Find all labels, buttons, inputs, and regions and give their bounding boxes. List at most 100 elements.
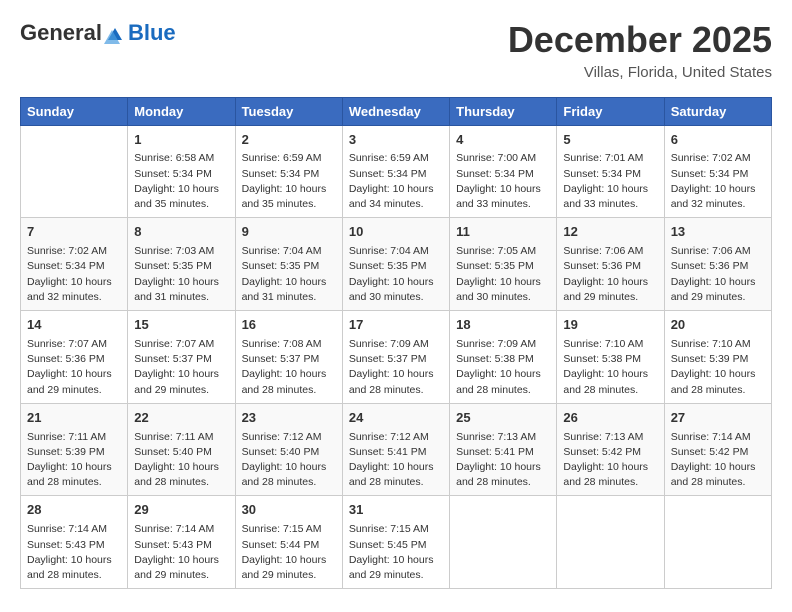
day-number: 19 bbox=[563, 316, 657, 335]
calendar-day-cell: 5Sunrise: 7:01 AMSunset: 5:34 PMDaylight… bbox=[557, 125, 664, 218]
day-number: 6 bbox=[671, 131, 765, 150]
day-number: 12 bbox=[563, 223, 657, 242]
calendar-day-cell: 18 Sunrise: 7:09 AMSunset: 5:38 PMDayligh… bbox=[450, 311, 557, 404]
day-number: 7 bbox=[27, 223, 121, 242]
day-number: 18 bbox=[456, 316, 550, 335]
day-info: Sunrise: 6:59 AMSunset: 5:34 PMDaylight:… bbox=[349, 151, 443, 212]
day-number: 10 bbox=[349, 223, 443, 242]
day-info: Sunrise: 7:08 AMSunset: 5:37 PMDaylight:… bbox=[242, 337, 336, 398]
logo-general: General bbox=[20, 20, 102, 46]
day-number: 28 bbox=[27, 501, 121, 520]
day-number: 3 bbox=[349, 131, 443, 150]
calendar-week-row: 21Sunrise: 7:11 AMSunset: 5:39 PMDayligh… bbox=[21, 403, 772, 496]
day-number: 16 bbox=[242, 316, 336, 335]
calendar-day-cell: 6Sunrise: 7:02 AMSunset: 5:34 PMDaylight… bbox=[664, 125, 771, 218]
calendar-day-cell: 12 Sunrise: 7:06 AMSunset: 5:36 PMDayligh… bbox=[557, 218, 664, 311]
calendar-day-cell: 15 Sunrise: 7:07 AMSunset: 5:37 PMDayligh… bbox=[128, 311, 235, 404]
day-number: 22 bbox=[134, 409, 228, 428]
calendar-table: SundayMondayTuesdayWednesdayThursdayFrid… bbox=[20, 97, 772, 590]
day-info: Sunrise: 7:10 AMSunset: 5:39 PMDaylight:… bbox=[671, 337, 765, 398]
day-info: Sunrise: 7:06 AMSunset: 5:36 PMDaylight:… bbox=[563, 244, 657, 305]
day-info: Sunrise: 7:09 AMSunset: 5:38 PMDaylight:… bbox=[456, 337, 550, 398]
calendar-day-cell: 17 Sunrise: 7:09 AMSunset: 5:37 PMDayligh… bbox=[342, 311, 449, 404]
day-info: Sunrise: 7:01 AMSunset: 5:34 PMDaylight:… bbox=[563, 151, 657, 212]
day-number: 27 bbox=[671, 409, 765, 428]
col-header-saturday: Saturday bbox=[664, 97, 771, 125]
calendar-week-row: 28 Sunrise: 7:14 AMSunset: 5:43 PMDayligh… bbox=[21, 496, 772, 589]
logo-icon bbox=[104, 24, 126, 42]
calendar-day-cell bbox=[664, 496, 771, 589]
day-info: Sunrise: 7:14 AMSunset: 5:43 PMDaylight:… bbox=[134, 522, 228, 583]
day-number: 31 bbox=[349, 501, 443, 520]
day-number: 15 bbox=[134, 316, 228, 335]
day-info: Sunrise: 7:13 AMSunset: 5:41 PMDaylight:… bbox=[456, 430, 550, 491]
calendar-day-cell: 7 Sunrise: 7:02 AMSunset: 5:34 PMDaylight… bbox=[21, 218, 128, 311]
day-info: Sunrise: 7:11 AMSunset: 5:39 PMDaylight:… bbox=[27, 430, 121, 491]
calendar-day-cell: 11 Sunrise: 7:05 AMSunset: 5:35 PMDayligh… bbox=[450, 218, 557, 311]
calendar-day-cell: 27 Sunrise: 7:14 AMSunset: 5:42 PMDayligh… bbox=[664, 403, 771, 496]
day-number: 11 bbox=[456, 223, 550, 242]
day-info: Sunrise: 7:12 AMSunset: 5:40 PMDaylight:… bbox=[242, 430, 336, 491]
day-info: Sunrise: 7:09 AMSunset: 5:37 PMDaylight:… bbox=[349, 337, 443, 398]
calendar-day-cell: 23 Sunrise: 7:12 AMSunset: 5:40 PMDayligh… bbox=[235, 403, 342, 496]
calendar-header-row: SundayMondayTuesdayWednesdayThursdayFrid… bbox=[21, 97, 772, 125]
month-title: December 2025 bbox=[508, 20, 772, 60]
day-info: Sunrise: 7:00 AMSunset: 5:34 PMDaylight:… bbox=[456, 151, 550, 212]
calendar-day-cell bbox=[557, 496, 664, 589]
location-title: Villas, Florida, United States bbox=[508, 64, 772, 81]
day-info: Sunrise: 6:59 AMSunset: 5:34 PMDaylight:… bbox=[242, 151, 336, 212]
day-number: 17 bbox=[349, 316, 443, 335]
calendar-day-cell: 16 Sunrise: 7:08 AMSunset: 5:37 PMDayligh… bbox=[235, 311, 342, 404]
col-header-thursday: Thursday bbox=[450, 97, 557, 125]
day-info: Sunrise: 7:15 AMSunset: 5:44 PMDaylight:… bbox=[242, 522, 336, 583]
day-info: Sunrise: 7:12 AMSunset: 5:41 PMDaylight:… bbox=[349, 430, 443, 491]
calendar-day-cell bbox=[21, 125, 128, 218]
day-number: 25 bbox=[456, 409, 550, 428]
calendar-day-cell: 9 Sunrise: 7:04 AMSunset: 5:35 PMDaylight… bbox=[235, 218, 342, 311]
title-area: December 2025 Villas, Florida, United St… bbox=[508, 20, 772, 81]
day-info: Sunrise: 7:14 AMSunset: 5:42 PMDaylight:… bbox=[671, 430, 765, 491]
day-number: 20 bbox=[671, 316, 765, 335]
day-number: 14 bbox=[27, 316, 121, 335]
page-header: General Blue December 2025 Villas, Flori… bbox=[20, 20, 772, 81]
day-number: 1 bbox=[134, 131, 228, 150]
col-header-monday: Monday bbox=[128, 97, 235, 125]
day-number: 13 bbox=[671, 223, 765, 242]
day-info: Sunrise: 7:13 AMSunset: 5:42 PMDaylight:… bbox=[563, 430, 657, 491]
col-header-sunday: Sunday bbox=[21, 97, 128, 125]
day-number: 8 bbox=[134, 223, 228, 242]
day-info: Sunrise: 7:07 AMSunset: 5:37 PMDaylight:… bbox=[134, 337, 228, 398]
calendar-day-cell bbox=[450, 496, 557, 589]
day-number: 23 bbox=[242, 409, 336, 428]
calendar-day-cell: 1Sunrise: 6:58 AMSunset: 5:34 PMDaylight… bbox=[128, 125, 235, 218]
day-number: 30 bbox=[242, 501, 336, 520]
day-number: 26 bbox=[563, 409, 657, 428]
calendar-week-row: 14Sunrise: 7:07 AMSunset: 5:36 PMDayligh… bbox=[21, 311, 772, 404]
logo-text: General Blue bbox=[20, 20, 176, 46]
day-number: 4 bbox=[456, 131, 550, 150]
calendar-day-cell: 31 Sunrise: 7:15 AMSunset: 5:45 PMDayligh… bbox=[342, 496, 449, 589]
calendar-day-cell: 21Sunrise: 7:11 AMSunset: 5:39 PMDayligh… bbox=[21, 403, 128, 496]
calendar-week-row: 1Sunrise: 6:58 AMSunset: 5:34 PMDaylight… bbox=[21, 125, 772, 218]
day-info: Sunrise: 7:02 AMSunset: 5:34 PMDaylight:… bbox=[671, 151, 765, 212]
calendar-day-cell: 26 Sunrise: 7:13 AMSunset: 5:42 PMDayligh… bbox=[557, 403, 664, 496]
day-info: Sunrise: 7:04 AMSunset: 5:35 PMDaylight:… bbox=[242, 244, 336, 305]
calendar-day-cell: 22Sunrise: 7:11 AMSunset: 5:40 PMDayligh… bbox=[128, 403, 235, 496]
calendar-day-cell: 10Sunrise: 7:04 AMSunset: 5:35 PMDayligh… bbox=[342, 218, 449, 311]
day-info: Sunrise: 7:05 AMSunset: 5:35 PMDaylight:… bbox=[456, 244, 550, 305]
day-info: Sunrise: 7:15 AMSunset: 5:45 PMDaylight:… bbox=[349, 522, 443, 583]
col-header-wednesday: Wednesday bbox=[342, 97, 449, 125]
calendar-day-cell: 13Sunrise: 7:06 AMSunset: 5:36 PMDayligh… bbox=[664, 218, 771, 311]
calendar-day-cell: 28 Sunrise: 7:14 AMSunset: 5:43 PMDayligh… bbox=[21, 496, 128, 589]
calendar-week-row: 7 Sunrise: 7:02 AMSunset: 5:34 PMDaylight… bbox=[21, 218, 772, 311]
calendar-day-cell: 30 Sunrise: 7:15 AMSunset: 5:44 PMDayligh… bbox=[235, 496, 342, 589]
day-info: Sunrise: 7:03 AMSunset: 5:35 PMDaylight:… bbox=[134, 244, 228, 305]
day-number: 9 bbox=[242, 223, 336, 242]
day-info: Sunrise: 7:14 AMSunset: 5:43 PMDaylight:… bbox=[27, 522, 121, 583]
calendar-day-cell: 20 Sunrise: 7:10 AMSunset: 5:39 PMDayligh… bbox=[664, 311, 771, 404]
calendar-day-cell: 3Sunrise: 6:59 AMSunset: 5:34 PMDaylight… bbox=[342, 125, 449, 218]
day-info: Sunrise: 7:02 AMSunset: 5:34 PMDaylight:… bbox=[27, 244, 121, 305]
logo-blue-text: Blue bbox=[128, 20, 176, 46]
calendar-day-cell: 14Sunrise: 7:07 AMSunset: 5:36 PMDayligh… bbox=[21, 311, 128, 404]
day-number: 2 bbox=[242, 131, 336, 150]
